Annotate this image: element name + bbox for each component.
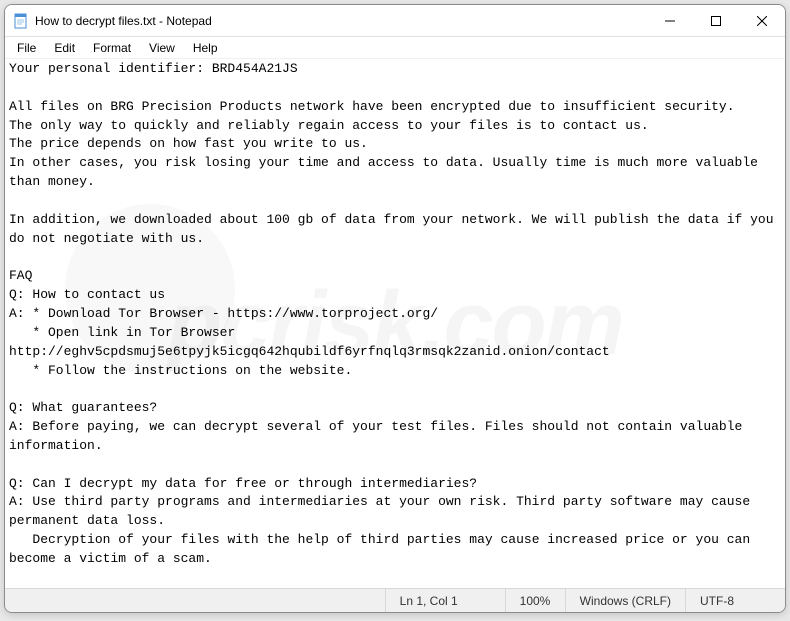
window-title: How to decrypt files.txt - Notepad	[35, 14, 212, 28]
status-zoom[interactable]: 100%	[505, 589, 565, 612]
menu-format[interactable]: Format	[85, 39, 139, 57]
maximize-button[interactable]	[693, 5, 739, 37]
menu-view[interactable]: View	[141, 39, 183, 57]
text-area[interactable]: pcrisk.comYour personal identifier: BRD4…	[5, 59, 785, 588]
status-encoding: UTF-8	[685, 589, 785, 612]
menu-file[interactable]: File	[9, 39, 44, 57]
notepad-icon	[13, 13, 29, 29]
status-lineending: Windows (CRLF)	[565, 589, 685, 612]
titlebar[interactable]: How to decrypt files.txt - Notepad	[5, 5, 785, 37]
menu-help[interactable]: Help	[185, 39, 226, 57]
menu-edit[interactable]: Edit	[46, 39, 83, 57]
statusbar: Ln 1, Col 1 100% Windows (CRLF) UTF-8	[5, 588, 785, 612]
window-controls	[647, 5, 785, 36]
close-button[interactable]	[739, 5, 785, 37]
document-text: Your personal identifier: BRD454A21JS Al…	[9, 61, 781, 566]
menubar: File Edit Format View Help	[5, 37, 785, 59]
notepad-window: How to decrypt files.txt - Notepad File …	[4, 4, 786, 613]
status-position: Ln 1, Col 1	[385, 589, 505, 612]
minimize-button[interactable]	[647, 5, 693, 37]
